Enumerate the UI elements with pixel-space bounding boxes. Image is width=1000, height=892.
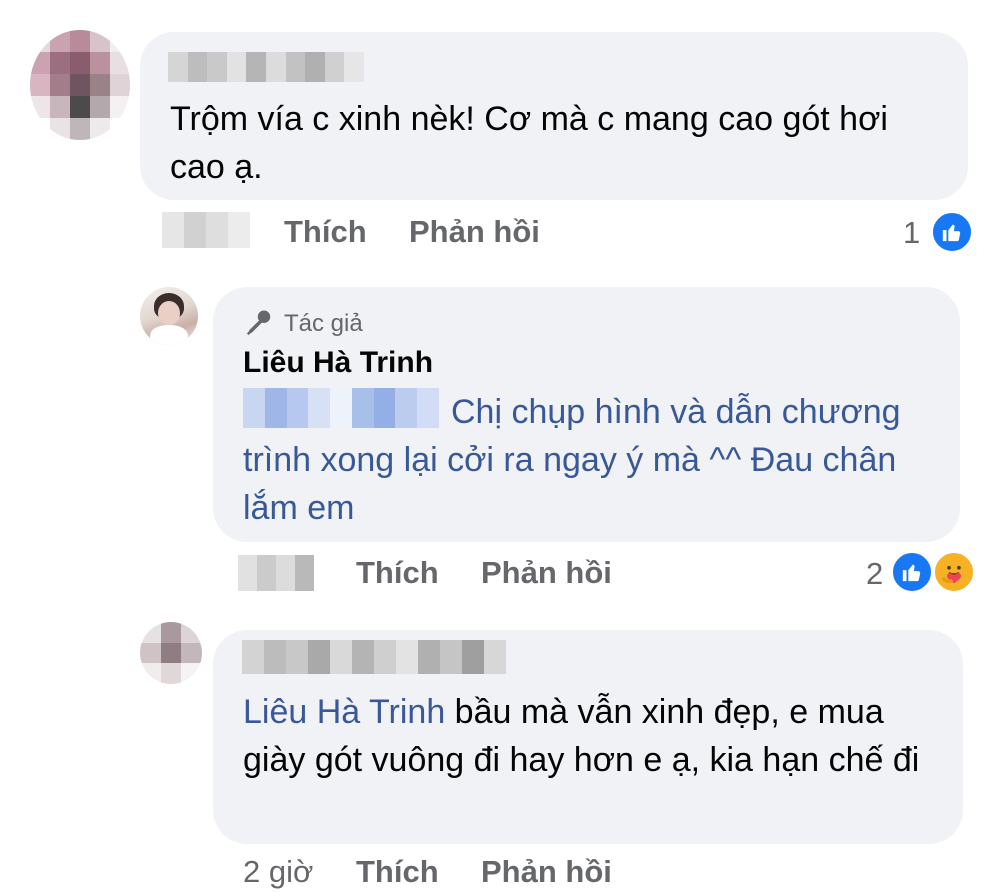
avatar[interactable]: [140, 622, 202, 684]
reply-button[interactable]: Phản hồi: [409, 212, 540, 252]
mention-link[interactable]: Liêu Hà Trinh: [243, 693, 445, 731]
like-button[interactable]: Thích: [356, 553, 439, 593]
commenter-name-blurred[interactable]: [242, 640, 506, 674]
reaction-count[interactable]: 1: [903, 213, 920, 253]
reply-button[interactable]: Phản hồi: [481, 553, 612, 593]
reaction-count[interactable]: 2: [866, 554, 883, 594]
like-button[interactable]: Thích: [356, 852, 439, 892]
reply-button[interactable]: Phản hồi: [481, 852, 612, 892]
author-badge-label: Tác giả: [284, 310, 363, 337]
author-name[interactable]: Liêu Hà Trinh: [243, 344, 433, 382]
author-avatar[interactable]: [140, 287, 198, 345]
comment-text: Liêu Hà Trinh bầu mà vẫn xinh đẹp, e mua…: [243, 688, 943, 784]
like-reaction-icon[interactable]: [890, 550, 934, 594]
timestamp[interactable]: 2 giờ: [243, 852, 313, 892]
like-reaction-icon[interactable]: [930, 210, 974, 254]
timestamp-blurred[interactable]: [238, 555, 314, 591]
author-badge-icon: [246, 310, 271, 336]
avatar[interactable]: [30, 30, 130, 140]
timestamp-blurred[interactable]: [162, 212, 250, 248]
commenter-name-blurred[interactable]: [168, 52, 364, 82]
like-button[interactable]: Thích: [284, 212, 367, 252]
comment-text: Trộm vía c xinh nèk! Cơ mà c mang cao gó…: [170, 100, 888, 186]
reply-text: Chị chụp hình và dẫn chương trình xong l…: [243, 393, 901, 527]
care-reaction-icon[interactable]: [932, 550, 976, 594]
